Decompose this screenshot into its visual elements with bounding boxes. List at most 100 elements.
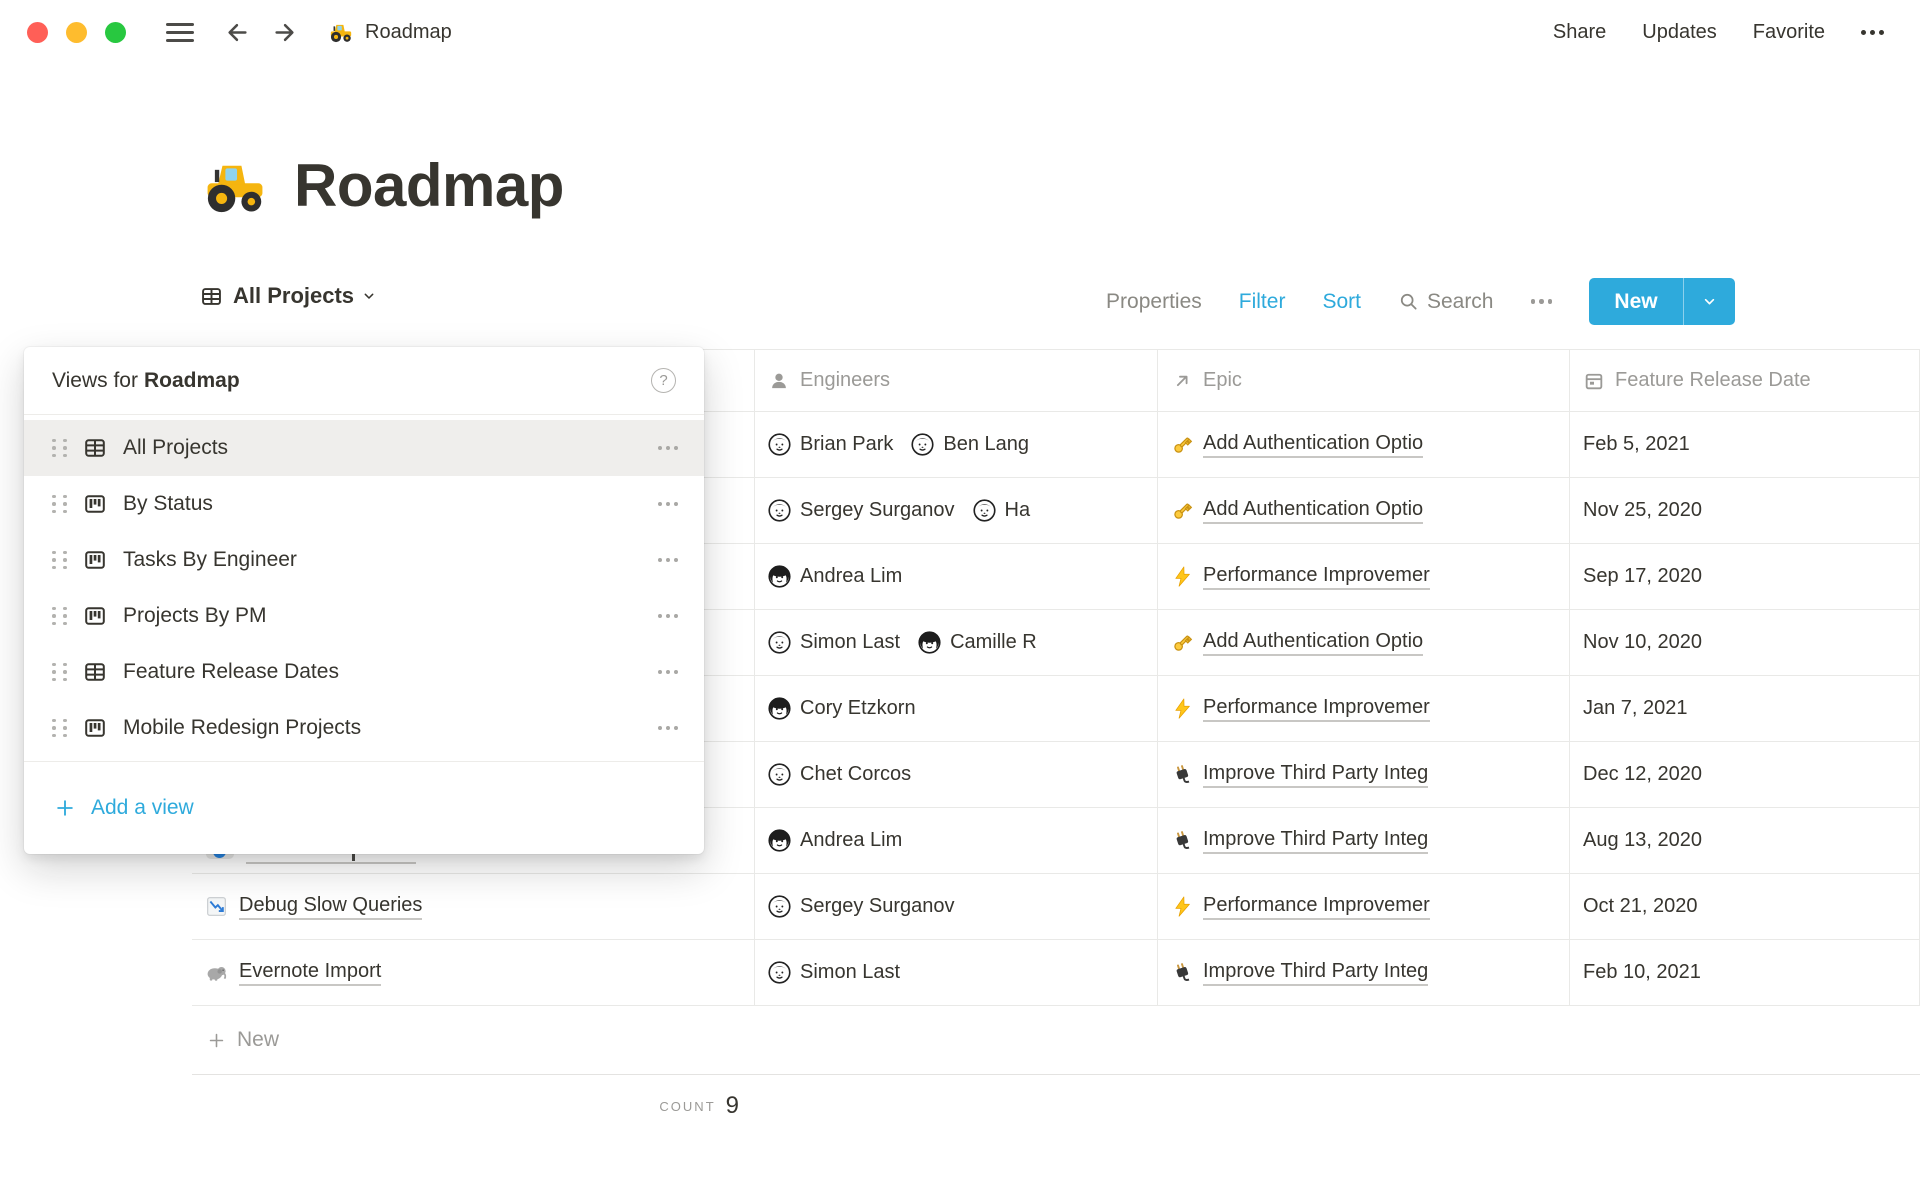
view-list-item[interactable]: All Projects (24, 420, 704, 476)
back-button[interactable] (224, 19, 251, 46)
view-item-more-icon[interactable] (658, 446, 678, 450)
search-button[interactable]: Search (1398, 290, 1494, 314)
cell-release-date[interactable]: Nov 10, 2020 (1570, 610, 1920, 675)
forward-button[interactable] (271, 19, 298, 46)
view-list-item[interactable]: Projects By PM (24, 588, 704, 644)
cell-epic[interactable]: Add Authentication Optio (1158, 478, 1570, 543)
cell-release-date[interactable]: Feb 10, 2021 (1570, 940, 1920, 1005)
view-item-more-icon[interactable] (658, 726, 678, 730)
column-header-engineers[interactable]: Engineers (755, 350, 1158, 411)
more-menu-icon[interactable] (1861, 30, 1884, 35)
engineer-chip[interactable]: Ha (973, 499, 1031, 522)
column-header-release-date[interactable]: Feature Release Date (1570, 350, 1920, 411)
cell-engineers[interactable]: Simon Last Camille R (755, 610, 1158, 675)
cell-epic[interactable]: Performance Improvemer (1158, 544, 1570, 609)
tractor-page-icon[interactable] (200, 150, 270, 220)
cell-engineers[interactable]: Simon Last (755, 940, 1158, 1005)
engineer-chip[interactable]: Sergey Surganov (768, 499, 955, 522)
sidebar-menu-icon[interactable] (166, 23, 194, 42)
cell-epic[interactable]: Improve Third Party Integ (1158, 742, 1570, 807)
cell-release-date[interactable]: Jan 7, 2021 (1570, 676, 1920, 741)
cell-engineers[interactable]: Sergey Surganov Ha (755, 478, 1158, 543)
epic-link[interactable]: Add Authentication Optio (1203, 497, 1423, 524)
cell-epic[interactable]: Performance Improvemer (1158, 874, 1570, 939)
epic-link[interactable]: Add Authentication Optio (1203, 629, 1423, 656)
view-item-more-icon[interactable] (658, 502, 678, 506)
breadcrumb[interactable]: Roadmap (328, 19, 452, 45)
table-row[interactable]: Debug Slow Queries Sergey Surganov Perfo… (192, 874, 1920, 940)
updates-button[interactable]: Updates (1642, 21, 1717, 44)
cell-release-date[interactable]: Feb 5, 2021 (1570, 412, 1920, 477)
sort-button[interactable]: Sort (1322, 290, 1361, 314)
epic-link[interactable]: Improve Third Party Integ (1203, 959, 1428, 986)
cell-release-date[interactable]: Sep 17, 2020 (1570, 544, 1920, 609)
cell-project-name[interactable]: Evernote Import (192, 940, 755, 1005)
view-list-item[interactable]: Tasks By Engineer (24, 532, 704, 588)
drag-handle-icon[interactable] (52, 607, 67, 626)
view-switcher[interactable]: All Projects (200, 283, 377, 309)
engineer-chip[interactable]: Andrea Lim (768, 565, 902, 588)
filter-button[interactable]: Filter (1239, 290, 1286, 314)
engineer-chip[interactable]: Cory Etzkorn (768, 697, 916, 720)
new-button[interactable]: New (1589, 278, 1735, 325)
new-button-label[interactable]: New (1589, 278, 1683, 325)
view-list-item[interactable]: Mobile Redesign Projects (24, 700, 704, 756)
cell-project-name[interactable]: Debug Slow Queries (192, 874, 755, 939)
drag-handle-icon[interactable] (52, 495, 67, 514)
view-item-more-icon[interactable] (658, 670, 678, 674)
favorite-button[interactable]: Favorite (1753, 21, 1825, 44)
cell-release-date[interactable]: Oct 21, 2020 (1570, 874, 1920, 939)
drag-handle-icon[interactable] (52, 439, 67, 458)
drag-handle-icon[interactable] (52, 719, 67, 738)
epic-link[interactable]: Performance Improvemer (1203, 563, 1430, 590)
table-row[interactable]: Evernote Import Simon Last Improve Third… (192, 940, 1920, 1006)
engineer-chip[interactable]: Brian Park (768, 433, 893, 456)
cell-release-date[interactable]: Aug 13, 2020 (1570, 808, 1920, 873)
engineer-chip[interactable]: Camille R (918, 631, 1037, 654)
view-item-label: Projects By PM (123, 604, 658, 628)
engineer-chip[interactable]: Simon Last (768, 961, 900, 984)
cell-epic[interactable]: Improve Third Party Integ (1158, 808, 1570, 873)
cell-release-date[interactable]: Dec 12, 2020 (1570, 742, 1920, 807)
cell-release-date[interactable]: Nov 25, 2020 (1570, 478, 1920, 543)
drag-handle-icon[interactable] (52, 663, 67, 682)
cell-engineers[interactable]: Andrea Lim (755, 808, 1158, 873)
project-name-link[interactable]: Evernote Import (239, 959, 381, 986)
cell-engineers[interactable]: Andrea Lim (755, 544, 1158, 609)
project-name-link[interactable]: Debug Slow Queries (239, 893, 422, 920)
epic-link[interactable]: Improve Third Party Integ (1203, 827, 1428, 854)
cell-epic[interactable]: Performance Improvemer (1158, 676, 1570, 741)
view-item-more-icon[interactable] (658, 558, 678, 562)
cell-engineers[interactable]: Cory Etzkorn (755, 676, 1158, 741)
new-button-dropdown[interactable] (1684, 278, 1735, 325)
view-list-item[interactable]: Feature Release Dates (24, 644, 704, 700)
engineer-chip[interactable]: Andrea Lim (768, 829, 902, 852)
share-button[interactable]: Share (1553, 21, 1606, 44)
engineer-chip[interactable]: Ben Lang (911, 433, 1029, 456)
engineer-chip[interactable]: Simon Last (768, 631, 900, 654)
minimize-window-button[interactable] (66, 22, 87, 43)
cell-epic[interactable]: Improve Third Party Integ (1158, 940, 1570, 1005)
epic-link[interactable]: Performance Improvemer (1203, 695, 1430, 722)
engineer-chip[interactable]: Sergey Surganov (768, 895, 955, 918)
properties-button[interactable]: Properties (1106, 290, 1202, 314)
view-item-more-icon[interactable] (658, 614, 678, 618)
epic-link[interactable]: Improve Third Party Integ (1203, 761, 1428, 788)
cell-epic[interactable]: Add Authentication Optio (1158, 412, 1570, 477)
add-row-button[interactable]: New (192, 1006, 1920, 1075)
cell-engineers[interactable]: Chet Corcos (755, 742, 1158, 807)
cell-engineers[interactable]: Sergey Surganov (755, 874, 1158, 939)
epic-link[interactable]: Add Authentication Optio (1203, 431, 1423, 458)
column-header-epic[interactable]: Epic (1158, 350, 1570, 411)
cell-epic[interactable]: Add Authentication Optio (1158, 610, 1570, 675)
add-view-button[interactable]: Add a view (24, 761, 704, 854)
close-window-button[interactable] (27, 22, 48, 43)
epic-link[interactable]: Performance Improvemer (1203, 893, 1430, 920)
toolbar-more-icon[interactable] (1531, 299, 1553, 304)
help-icon[interactable] (651, 368, 676, 393)
cell-engineers[interactable]: Brian Park Ben Lang (755, 412, 1158, 477)
zoom-window-button[interactable] (105, 22, 126, 43)
view-list-item[interactable]: By Status (24, 476, 704, 532)
drag-handle-icon[interactable] (52, 551, 67, 570)
engineer-chip[interactable]: Chet Corcos (768, 763, 911, 786)
